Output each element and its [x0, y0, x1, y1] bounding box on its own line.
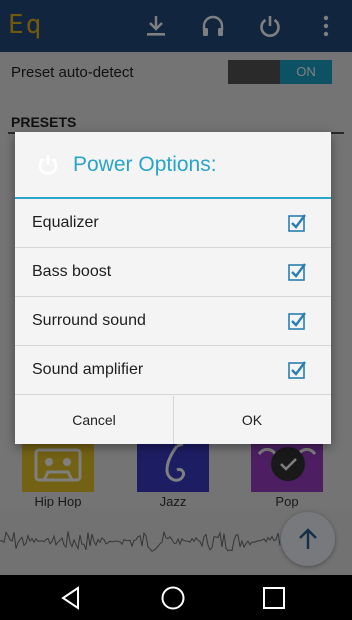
back-triangle-icon[interactable]: [58, 585, 84, 611]
option-label: Surround sound: [32, 312, 146, 329]
recents-square-icon[interactable]: [261, 585, 287, 611]
option-bass-boost[interactable]: Bass boost: [15, 248, 331, 297]
power-options-dialog: Power Options: Equalizer Bass boost Surr…: [15, 132, 331, 444]
option-label: Sound amplifier: [32, 361, 144, 378]
checkbox-checked-icon[interactable]: [288, 312, 306, 330]
ok-button[interactable]: OK: [173, 396, 331, 444]
home-circle-icon[interactable]: [160, 585, 186, 611]
dialog-button-bar: Cancel OK: [15, 396, 331, 444]
cancel-button[interactable]: Cancel: [15, 396, 173, 444]
power-icon: [35, 152, 61, 178]
dialog-title: Power Options:: [73, 153, 217, 176]
checkbox-checked-icon[interactable]: [288, 263, 306, 281]
option-sound-amplifier[interactable]: Sound amplifier: [15, 346, 331, 395]
option-equalizer[interactable]: Equalizer: [15, 199, 331, 248]
option-label: Bass boost: [32, 263, 112, 280]
checkbox-checked-icon[interactable]: [288, 214, 306, 232]
option-surround-sound[interactable]: Surround sound: [15, 297, 331, 346]
checkbox-checked-icon[interactable]: [288, 361, 306, 379]
dialog-header: Power Options:: [15, 132, 331, 198]
option-label: Equalizer: [32, 214, 99, 231]
system-nav-bar: [0, 575, 352, 620]
